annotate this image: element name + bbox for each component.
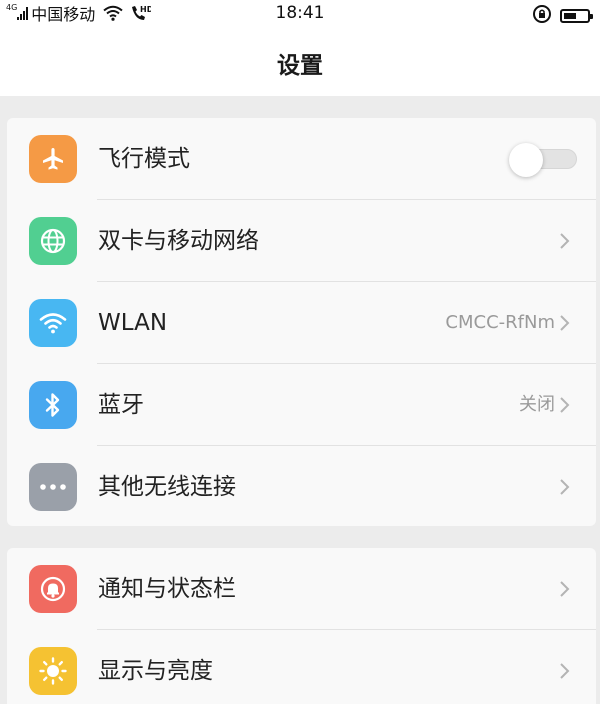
- settings-item-wlan[interactable]: WLAN CMCC-RfNm: [7, 282, 596, 364]
- header: 设置: [0, 26, 600, 96]
- settings-item-label: WLAN: [98, 310, 168, 336]
- settings-item-label: 通知与状态栏: [98, 576, 236, 602]
- airplane-icon: [29, 135, 77, 183]
- settings-item-value: 关闭: [519, 394, 555, 415]
- settings-item-value: CMCC-RfNm: [445, 312, 555, 333]
- more-icon: [29, 463, 77, 511]
- toggle-knob: [509, 143, 543, 177]
- sun-icon: [29, 647, 77, 695]
- settings-item-label: 双卡与移动网络: [98, 228, 259, 254]
- settings-item-airplane-mode[interactable]: 飞行模式: [7, 118, 596, 200]
- battery-icon: [560, 9, 593, 23]
- settings-group-display: 通知与状态栏 显示与亮度: [7, 548, 596, 704]
- settings-item-dual-sim-network[interactable]: 双卡与移动网络: [7, 200, 596, 282]
- airplane-mode-toggle[interactable]: [509, 143, 577, 177]
- status-bar-right: [532, 4, 593, 28]
- chevron-right-icon: [560, 315, 570, 331]
- chevron-right-icon: [560, 581, 570, 597]
- settings-item-notifications[interactable]: 通知与状态栏: [7, 548, 596, 630]
- chevron-right-icon: [560, 479, 570, 495]
- globe-icon: [29, 217, 77, 265]
- settings-group-connectivity: 飞行模式 双卡与移动网络 WLAN CMCC-RfNm 蓝牙 关闭 其他无线连接: [7, 118, 596, 526]
- battery-level-fill: [564, 13, 577, 19]
- settings-item-label: 飞行模式: [98, 146, 190, 172]
- bluetooth-icon: [29, 381, 77, 429]
- wifi-icon: [29, 299, 77, 347]
- bell-icon: [29, 565, 77, 613]
- chevron-right-icon: [560, 233, 570, 249]
- settings-item-other-wireless[interactable]: 其他无线连接: [7, 446, 596, 526]
- settings-item-label: 蓝牙: [98, 392, 144, 418]
- page-title: 设置: [277, 53, 323, 79]
- settings-item-bluetooth[interactable]: 蓝牙 关闭: [7, 364, 596, 446]
- status-time: 18:41: [275, 3, 325, 23]
- chevron-right-icon: [560, 397, 570, 413]
- status-bar: 4G 中国移动 HD 18:41: [0, 0, 600, 26]
- chevron-right-icon: [560, 663, 570, 679]
- settings-item-label: 显示与亮度: [98, 658, 213, 684]
- settings-item-display-brightness[interactable]: 显示与亮度: [7, 630, 596, 704]
- rotation-lock-icon: [532, 4, 552, 28]
- settings-item-label: 其他无线连接: [98, 474, 236, 500]
